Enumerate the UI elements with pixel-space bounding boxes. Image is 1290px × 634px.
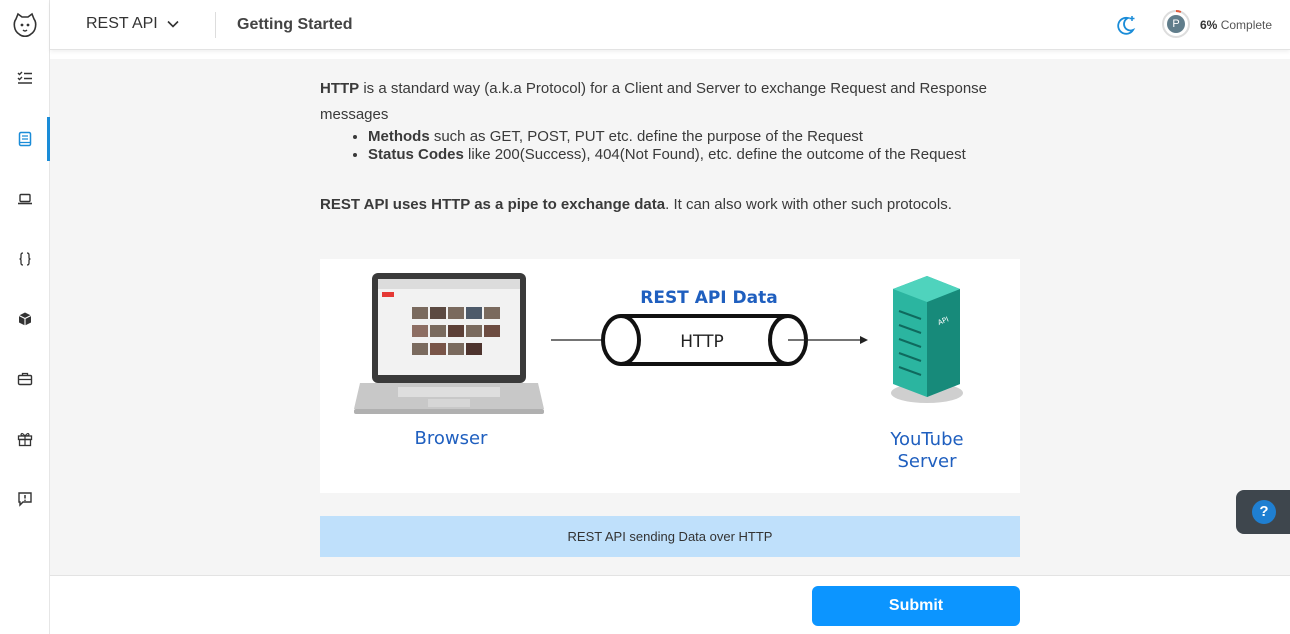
book-icon — [18, 131, 32, 147]
diagram-caption: REST API sending Data over HTTP — [320, 516, 1020, 557]
rest-text: . It can also work with other such proto… — [665, 196, 952, 213]
main-content: HTTP is a standard way (a.k.a Protocol) … — [50, 59, 1290, 575]
sidebar-item-cube[interactable] — [0, 297, 50, 341]
progress-text: 6% Complete — [1200, 18, 1272, 32]
help-icon: ? — [1252, 500, 1276, 524]
rest-bold: REST API uses HTTP as a pipe to exchange… — [320, 196, 666, 213]
laptop-icon — [18, 193, 32, 205]
server-label-line1: YouTube — [889, 429, 963, 450]
checklist-icon — [17, 71, 32, 84]
sidebar-item-code[interactable] — [0, 237, 50, 281]
course-selector[interactable]: REST API — [86, 15, 180, 33]
laptop-illustration — [354, 273, 544, 414]
bullet-list: Methods such as GET, POST, PUT etc. defi… — [368, 128, 1020, 164]
sidebar-item-feedback[interactable] — [0, 477, 50, 521]
gift-icon — [17, 432, 33, 447]
dark-mode-toggle-icon[interactable] — [1114, 13, 1138, 37]
braces-icon — [19, 252, 31, 266]
progress-percent: 6% — [1200, 18, 1218, 32]
sidebar-item-laptop[interactable] — [0, 177, 50, 221]
bullet-bold: Status Codes — [368, 146, 464, 163]
cube-icon — [18, 312, 32, 326]
sidebar-item-checklist[interactable] — [0, 56, 50, 100]
server-illustration: API — [891, 276, 963, 403]
help-button[interactable]: ? — [1236, 490, 1290, 534]
sidebar-item-book[interactable] — [0, 117, 50, 161]
footer-bar: Submit — [50, 575, 1290, 634]
rest-paragraph: REST API uses HTTP as a pipe to exchange… — [320, 192, 1020, 218]
bullet-text: such as GET, POST, PUT etc. define the p… — [429, 128, 863, 145]
arrowhead-right — [860, 336, 868, 344]
progress-ring[interactable]: P — [1162, 10, 1190, 38]
sidebar — [0, 0, 50, 634]
server-label-line2: Server — [897, 451, 957, 472]
feedback-icon — [18, 492, 32, 507]
intro-text: is a standard way (a.k.a Protocol) for a… — [320, 80, 988, 123]
bullet-bold: Methods — [368, 128, 430, 145]
header-divider — [215, 12, 216, 38]
briefcase-icon — [17, 372, 33, 386]
intro-paragraph: HTTP is a standard way (a.k.a Protocol) … — [320, 76, 1020, 128]
course-title: REST API — [86, 15, 158, 32]
sidebar-item-gift[interactable] — [0, 417, 50, 461]
bullet-text: like 200(Success), 404(Not Found), etc. … — [463, 146, 966, 163]
pipe-label: HTTP — [680, 332, 724, 352]
intro-bold: HTTP — [320, 80, 360, 97]
sidebar-item-briefcase[interactable] — [0, 357, 50, 401]
progress-label: Complete — [1220, 18, 1273, 32]
top-header: REST API Getting Started P 6% Complete — [50, 0, 1290, 50]
list-item: Status Codes like 200(Success), 404(Not … — [368, 146, 1020, 164]
avatar: P — [1167, 15, 1185, 33]
list-item: Methods such as GET, POST, PUT etc. defi… — [368, 128, 1020, 146]
browser-label: Browser — [415, 428, 489, 449]
chevron-down-icon — [167, 20, 179, 28]
page-title: Getting Started — [237, 16, 353, 33]
rest-api-diagram: Browser REST API Data HTTP API YouTube S… — [320, 259, 1020, 493]
lesson-text: HTTP is a standard way (a.k.a Protocol) … — [320, 76, 1020, 218]
logo-icon[interactable] — [11, 11, 39, 39]
pipe-title: REST API Data — [640, 288, 778, 308]
submit-button[interactable]: Submit — [812, 586, 1020, 626]
